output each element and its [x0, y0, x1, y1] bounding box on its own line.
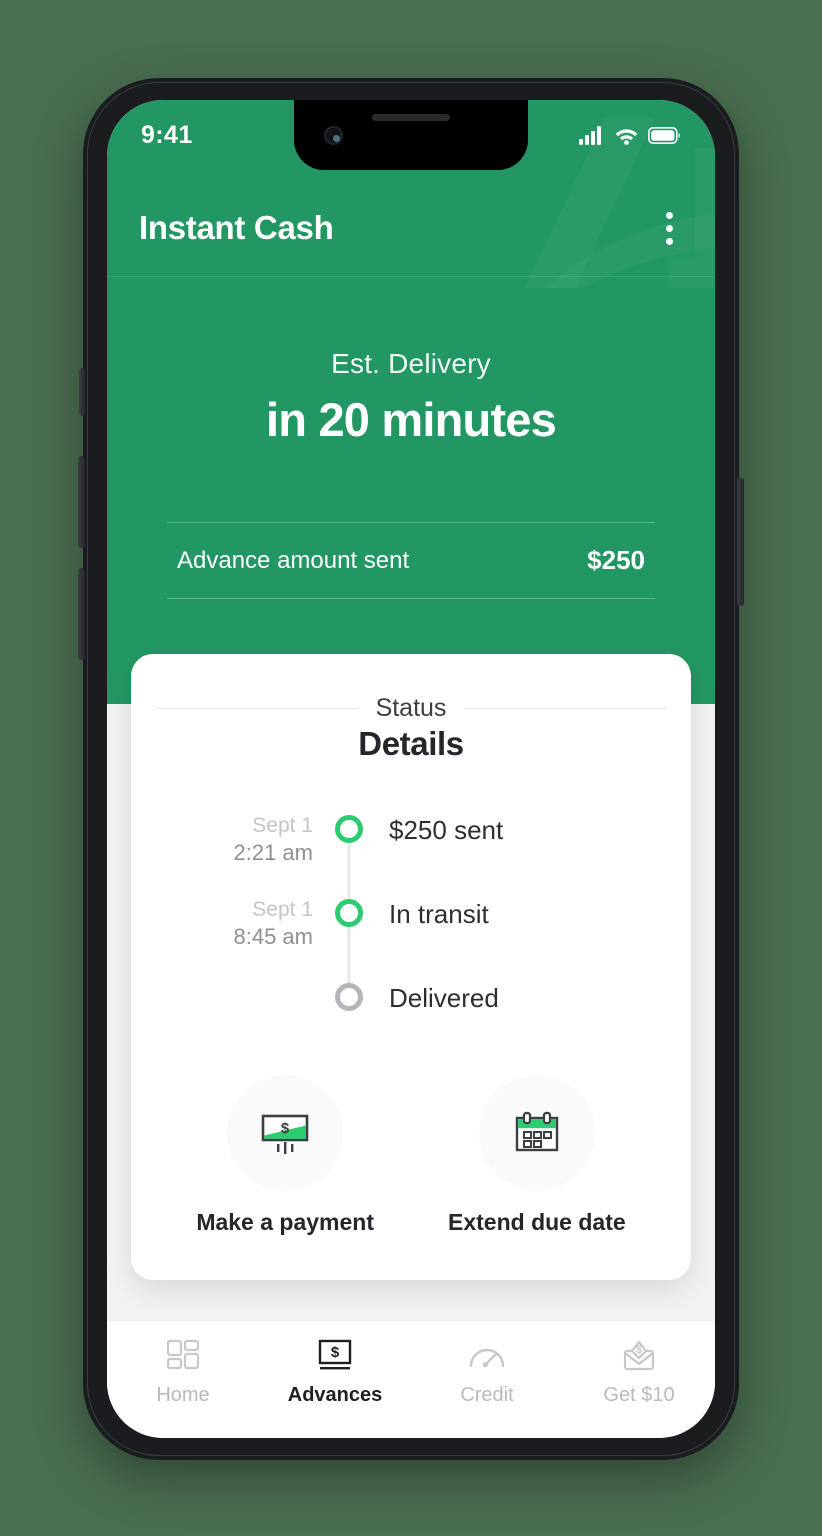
- nav-item-advances[interactable]: $ Advances: [259, 1335, 411, 1407]
- make-a-payment-icon-circle: $: [227, 1075, 344, 1191]
- bottom-navigation-bar: Home $ Advances Credit $ Get $10: [107, 1320, 715, 1438]
- delivery-estimate-block: Est. Delivery in 20 minutes: [107, 348, 715, 447]
- phone-frame: 9:41 Instant Cash Est. Delivery in 20 mi…: [78, 78, 744, 1460]
- timeline-step: Sept 1 2:21 am $250 sent: [207, 811, 691, 899]
- extend-due-date-label: Extend due date: [448, 1209, 626, 1235]
- timeline-step: Delivered: [207, 979, 691, 1023]
- page-title: Instant Cash: [139, 209, 334, 246]
- dollar-card-icon: $: [259, 1335, 411, 1377]
- extend-due-date-button[interactable]: Extend due date: [448, 1075, 626, 1236]
- nav-label-advances: Advances: [287, 1384, 383, 1406]
- nav-label-get-10: Get $10: [603, 1384, 675, 1406]
- svg-text:$: $: [281, 1120, 290, 1137]
- svg-text:$: $: [636, 1344, 642, 1356]
- status-bar: 9:41: [107, 100, 715, 170]
- delivery-estimate-label: Est. Delivery: [331, 348, 491, 379]
- timeline-dot-pending: [335, 983, 363, 1011]
- advance-summary-label: Advance amount sent: [177, 546, 410, 574]
- timeline-connector: [347, 841, 351, 899]
- phone-screen: 9:41 Instant Cash Est. Delivery in 20 mi…: [107, 100, 715, 1438]
- details-heading: Details: [358, 725, 464, 762]
- timeline-dot-complete: [335, 899, 363, 927]
- extend-due-date-icon-circle: [478, 1075, 595, 1191]
- header-divider: [107, 276, 715, 277]
- timeline-connector: [347, 925, 351, 983]
- timeline-label: In transit: [389, 899, 489, 929]
- calendar-icon: [515, 1111, 559, 1152]
- nav-item-home[interactable]: Home: [107, 1335, 259, 1407]
- timeline-marker: [331, 895, 367, 983]
- card-actions: $ Make a payment Extend due date: [131, 1075, 691, 1236]
- timeline-timestamp: [207, 979, 331, 981]
- divider-left: [155, 708, 358, 709]
- timeline-step: Sept 1 8:45 am In transit: [207, 895, 691, 983]
- nav-label-credit: Credit: [460, 1384, 514, 1406]
- mute-switch-button[interactable]: [79, 368, 85, 416]
- status-eyebrow-row: Status: [131, 694, 691, 723]
- timeline-date: Sept 1: [252, 898, 313, 921]
- make-a-payment-button[interactable]: $ Make a payment: [196, 1075, 374, 1236]
- status-bar-time: 9:41: [141, 120, 193, 149]
- status-timeline: Sept 1 2:21 am $250 sent Sept 1 8:45 am: [131, 811, 691, 1023]
- nav-label-home: Home: [156, 1384, 210, 1406]
- timeline-label: $250 sent: [389, 815, 504, 845]
- speedometer-icon: [411, 1335, 563, 1377]
- nav-item-credit[interactable]: Credit: [411, 1335, 563, 1407]
- app-bar: Instant Cash: [107, 182, 715, 274]
- grid-icon: [107, 1335, 259, 1377]
- divider-right: [464, 708, 667, 709]
- nav-item-get-10[interactable]: $ Get $10: [563, 1335, 715, 1407]
- status-eyebrow-label: Status: [375, 694, 447, 722]
- timeline-label: Delivered: [389, 983, 499, 1013]
- volume-down-button[interactable]: [78, 568, 85, 660]
- timeline-timestamp: Sept 1 2:21 am: [207, 811, 331, 867]
- cellular-signal-icon: [579, 125, 601, 145]
- timeline-date: Sept 1: [252, 814, 313, 837]
- advance-summary-value: $250: [587, 545, 645, 575]
- delivery-estimate-value: in 20 minutes: [266, 393, 557, 446]
- volume-up-button[interactable]: [78, 456, 85, 548]
- advance-summary-row: Advance amount sent $250: [167, 522, 655, 599]
- timeline-marker: [331, 979, 367, 1011]
- power-button[interactable]: [737, 478, 744, 606]
- timeline-clock: 8:45 am: [233, 924, 314, 950]
- timeline-timestamp: Sept 1 8:45 am: [207, 895, 331, 951]
- status-details-card: Status Details Sept 1 2:21 am $250 sent: [131, 654, 691, 1280]
- battery-full-icon: [648, 126, 680, 144]
- cash-bill-icon: $: [261, 1114, 309, 1154]
- timeline-marker: [331, 811, 367, 899]
- wifi-icon: [615, 128, 638, 145]
- status-bar-icons: [579, 125, 681, 145]
- envelope-dollar-icon: $: [563, 1335, 715, 1377]
- card-heading: Status Details: [131, 694, 691, 763]
- timeline-clock: 2:21 am: [233, 840, 314, 866]
- timeline-dot-complete: [335, 815, 363, 843]
- kebab-menu-icon[interactable]: [656, 204, 683, 253]
- svg-text:$: $: [331, 1344, 340, 1361]
- make-a-payment-label: Make a payment: [196, 1209, 375, 1235]
